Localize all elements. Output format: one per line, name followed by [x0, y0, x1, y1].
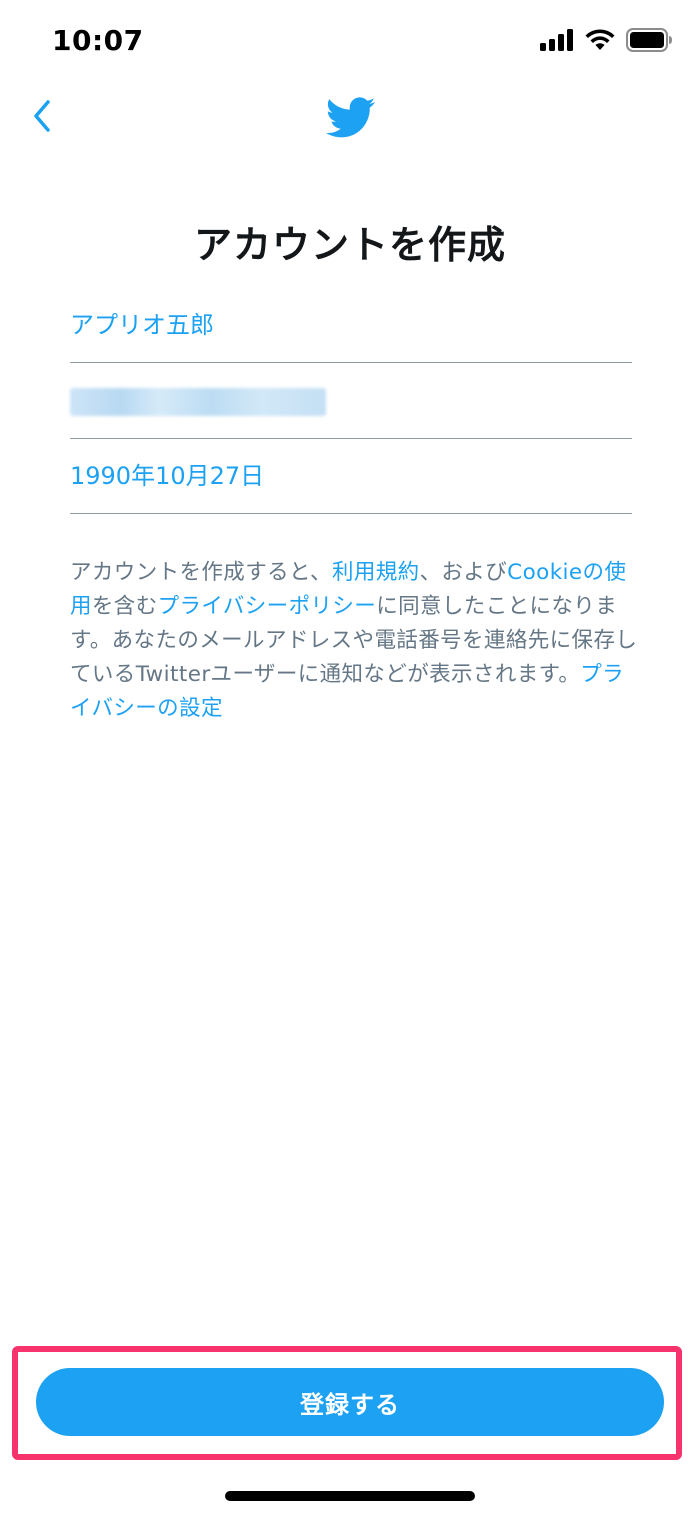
cellular-signal-icon: [540, 29, 574, 55]
chevron-left-icon: [31, 99, 53, 137]
twitter-bird-icon: [325, 96, 376, 140]
wifi-icon: [584, 28, 616, 56]
privacy-policy-link[interactable]: プライバシーポリシー: [158, 594, 377, 619]
status-icons: [540, 28, 672, 56]
redacted-contact-value: [70, 388, 326, 416]
phone-or-email-field[interactable]: [70, 364, 632, 439]
terms-notice: アカウントを作成すると、利用規約、およびCookieの使用を含むプライバシーポリ…: [70, 556, 638, 726]
back-button[interactable]: [22, 96, 62, 140]
page-title: アカウントを作成: [193, 223, 506, 267]
battery-icon: [626, 28, 672, 56]
terms-text-2: 、および: [419, 560, 508, 585]
terms-text-3: を含む: [91, 594, 158, 619]
terms-text-1: アカウントを作成すると、: [70, 560, 332, 585]
home-indicator: [225, 1491, 475, 1501]
status-time: 10:07: [52, 24, 144, 57]
birthday-field[interactable]: 1990年10月27日: [70, 439, 632, 514]
birthday-field-value: 1990年10月27日: [70, 462, 265, 490]
name-field[interactable]: アプリオ五郎: [70, 288, 632, 363]
terms-of-service-link[interactable]: 利用規約: [332, 560, 420, 585]
status-bar: 10:07: [0, 0, 700, 86]
register-button[interactable]: 登録する: [36, 1368, 664, 1436]
name-field-value: アプリオ五郎: [70, 311, 214, 339]
